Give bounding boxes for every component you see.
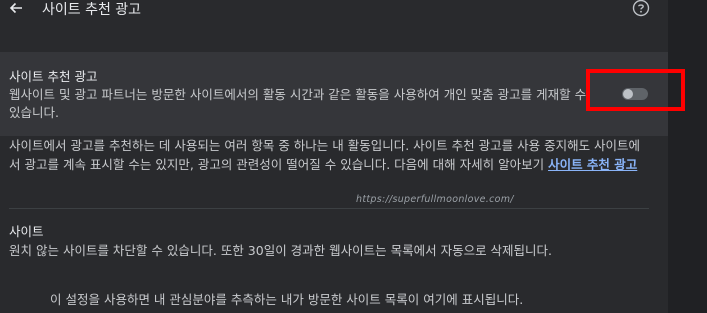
setting-title: 사이트 추천 광고 [9,69,98,84]
page-header: 사이트 추천 광고 [0,0,668,22]
setting-description: 웹사이트 및 광고 파트너는 방문한 사이트에서의 활동 시간과 같은 활동을 … [9,87,587,120]
watermark: https://superfullmoonlove.com/ [356,194,514,205]
arrow-left-icon[interactable] [8,0,24,16]
sites-section-title: 사이트 [9,224,44,239]
settings-panel: 사이트 추천 광고 사이트 추천 광고 웹사이트 및 광고 파트너는 방문한 사… [0,0,668,313]
page-title: 사이트 추천 광고 [42,2,142,18]
empty-list-message: 이 설정을 사용하면 내 관심분야를 추측하는 내가 방문한 사이트 목록이 여… [50,292,524,307]
sites-section-description: 원치 않는 사이트를 차단할 수 있습니다. 또한 30일이 경과한 웹사이트는… [9,243,553,258]
right-sidebar-edge [668,0,707,313]
help-icon[interactable] [632,0,650,17]
annotation-highlight-box [586,69,685,111]
info-text: 사이트에서 광고를 추천하는 데 사용되는 여러 항목 중 하나는 내 활동입니… [9,138,641,172]
learn-more-link[interactable]: 사이트 추천 광고 [548,157,637,172]
info-paragraph: 사이트에서 광고를 추천하는 데 사용되는 여러 항목 중 하나는 내 활동입니… [9,136,649,174]
divider [9,208,649,209]
